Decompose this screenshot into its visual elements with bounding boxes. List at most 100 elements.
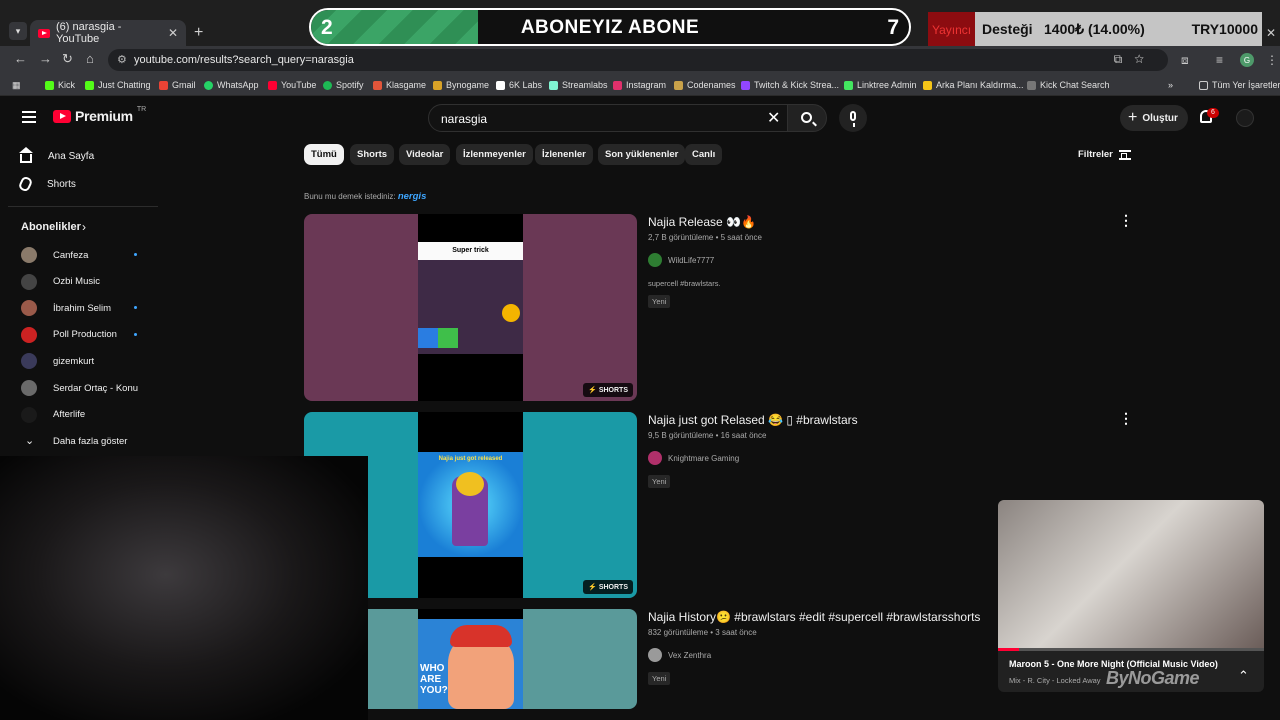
chevron-down-icon[interactable]: ⌄	[25, 434, 34, 447]
search-icon	[800, 111, 812, 123]
subscriptions-heading[interactable]: Abonelikler	[21, 221, 81, 233]
tab-title: (6) narasgia - YouTube	[56, 21, 122, 45]
game-art: Super trick	[418, 242, 523, 354]
site-info-icon[interactable]: ⚙	[117, 53, 127, 66]
filters-button[interactable]: Filtreler	[1078, 149, 1131, 160]
result-channel[interactable]: Knightmare Gaming	[648, 451, 739, 465]
bookmark-remove-bg[interactable]: Arka Planı Kaldırma...	[923, 80, 1024, 90]
address-bar-url: youtube.com/results?search_query=narasgi…	[134, 54, 354, 66]
result-title[interactable]: Najia Release 👀🔥	[648, 215, 756, 229]
forward-icon[interactable]: →	[39, 51, 52, 66]
chip-0[interactable]: Tümü	[304, 144, 344, 165]
chevron-right-icon[interactable]: ›	[82, 220, 86, 234]
bookmark-instagram[interactable]: Instagram	[613, 80, 666, 90]
sidebar-channel[interactable]: İbrahim Selim	[21, 300, 141, 317]
media-control-icon[interactable]: ≡	[1216, 53, 1223, 67]
hamburger-menu-icon[interactable]	[22, 111, 36, 123]
more-options-icon[interactable]	[1119, 410, 1133, 427]
shorts-icon	[17, 175, 34, 193]
plus-icon: +	[1128, 109, 1138, 126]
chip-3[interactable]: İzlenmeyenler	[456, 144, 533, 165]
channel-avatar	[21, 353, 37, 370]
sidebar-divider	[8, 206, 158, 207]
browser-profile-avatar[interactable]: G	[1240, 53, 1254, 67]
donation-goal-amount: 1400₺ (14.00%)	[1044, 21, 1145, 37]
channel-name: Afterlife	[53, 409, 86, 421]
voice-search-button[interactable]	[839, 104, 867, 132]
tab-search-button[interactable]: ▾	[9, 22, 27, 40]
home-icon[interactable]: ⌂	[86, 51, 94, 66]
create-button[interactable]: + Oluştur	[1120, 105, 1188, 131]
bookmark-bynogame[interactable]: Bynogame	[433, 80, 489, 90]
channel-avatar	[648, 253, 662, 267]
window-close-icon[interactable]: ✕	[1266, 26, 1276, 40]
account-avatar[interactable]	[1236, 109, 1254, 127]
channel-avatar	[21, 273, 37, 290]
bookmark-just-chatting[interactable]: Just Chatting	[85, 80, 151, 90]
bookmark-6k-labs[interactable]: 6K Labs	[496, 80, 542, 90]
bookmark-twitch-kick[interactable]: Twitch & Kick Strea...	[741, 80, 839, 90]
address-bar[interactable]: ⚙ youtube.com/results?search_query=naras…	[108, 49, 1168, 71]
result-thumbnail[interactable]: Super trick ⚡ SHORTS	[304, 214, 637, 401]
chip-6[interactable]: Canlı	[685, 144, 723, 165]
chevron-up-icon[interactable]: ⌃	[1238, 668, 1249, 684]
youtube-premium-logo[interactable]: Premium TR	[53, 105, 147, 124]
result-title[interactable]: Najia History😕 #brawlstars #edit #superc…	[648, 610, 980, 624]
mini-player-video[interactable]	[998, 500, 1264, 650]
back-icon[interactable]: ←	[14, 51, 27, 66]
browser-tab-active[interactable]: (6) narasgia - YouTube ✕	[30, 20, 186, 46]
bookmark-streamlabs[interactable]: Streamlabs	[549, 80, 608, 90]
did-you-mean: Bunu mu demek istediniz: nergis	[304, 191, 427, 202]
logo-region: TR	[136, 105, 147, 113]
reload-icon[interactable]: ↻	[62, 51, 73, 67]
bookmarks-overflow-icon[interactable]: »	[1168, 80, 1173, 90]
thumbnail-caption: WHO ARE YOU?	[420, 663, 448, 696]
more-options-icon[interactable]	[1119, 212, 1133, 229]
channel-avatar	[21, 326, 37, 343]
apps-grid-icon[interactable]: ▦	[12, 80, 21, 91]
channel-name: Knightmare Gaming	[668, 453, 740, 463]
new-badge: Yeni	[648, 295, 671, 308]
bookmark-kick[interactable]: Kick	[45, 80, 75, 90]
mini-player[interactable]: Maroon 5 - One More Night (Official Musi…	[998, 500, 1264, 692]
sidebar-channel[interactable]: Canfeza	[21, 247, 141, 263]
sidebar-channel[interactable]: Poll Production	[21, 326, 141, 343]
show-more-button[interactable]: Daha fazla göster	[53, 436, 127, 447]
sidebar-channel[interactable]: Afterlife	[21, 406, 141, 423]
chip-5[interactable]: Son yüklenenler	[598, 144, 686, 165]
search-input[interactable]: narasgia	[428, 104, 788, 132]
filter-sliders-icon	[1118, 149, 1131, 160]
chip-4[interactable]: İzlenenler	[535, 144, 593, 165]
bookmark-codenames[interactable]: Codenames	[674, 80, 736, 90]
result-channel[interactable]: WildLife7777	[648, 253, 714, 267]
result-title[interactable]: Najia just got Relased 😂 ▯ #brawlstars	[648, 413, 858, 427]
sidebar-item-home[interactable]: Ana Sayfa	[19, 147, 150, 163]
mini-player-progress[interactable]	[998, 648, 1264, 651]
clear-search-icon[interactable]: ✕	[767, 108, 780, 128]
tab-close-icon[interactable]: ✕	[168, 26, 178, 40]
sidebar-channel[interactable]: gizemkurt	[21, 353, 141, 370]
suggested-term-link[interactable]: nergis	[398, 191, 427, 202]
bookmark-kick-chat-search[interactable]: Kick Chat Search	[1027, 80, 1110, 90]
bookmark-whatsapp[interactable]: WhatsApp	[204, 80, 259, 90]
result-channel[interactable]: Vex Zenthra	[648, 648, 711, 662]
bookmark-youtube[interactable]: YouTube	[268, 80, 316, 90]
extensions-icon[interactable]: ⧈	[1181, 53, 1189, 68]
subscriber-goal-overlay: 2 ABONEYIZ ABONE 7	[309, 8, 911, 46]
bookmark-klasgame[interactable]: Klasgame	[373, 80, 426, 90]
bookmark-linktree[interactable]: Linktree Admin	[844, 80, 917, 90]
browser-menu-icon[interactable]: ⋮	[1266, 53, 1278, 67]
search-button[interactable]	[787, 104, 827, 132]
result-meta: 9,5 B görüntüleme • 16 saat önce	[648, 431, 767, 440]
sidebar-channel[interactable]: Serdar Ortaç - Konu	[21, 380, 141, 396]
bookmark-spotify[interactable]: Spotify	[323, 80, 364, 90]
sidebar-item-shorts[interactable]: Shorts	[17, 175, 150, 193]
sidebar-channel[interactable]: Ozbi Music	[21, 273, 141, 290]
all-bookmarks-folder[interactable]: Tüm Yer İşaretleri	[1199, 80, 1280, 90]
new-tab-button[interactable]: +	[194, 24, 203, 42]
chip-2[interactable]: Videolar	[399, 144, 451, 165]
thumbnail-caption: Najia just got released	[438, 456, 503, 462]
bookmark-gmail[interactable]: Gmail	[159, 80, 196, 90]
install-bookmark-icons[interactable]: ⧉☆	[1114, 52, 1156, 67]
chip-1[interactable]: Shorts	[350, 144, 395, 165]
